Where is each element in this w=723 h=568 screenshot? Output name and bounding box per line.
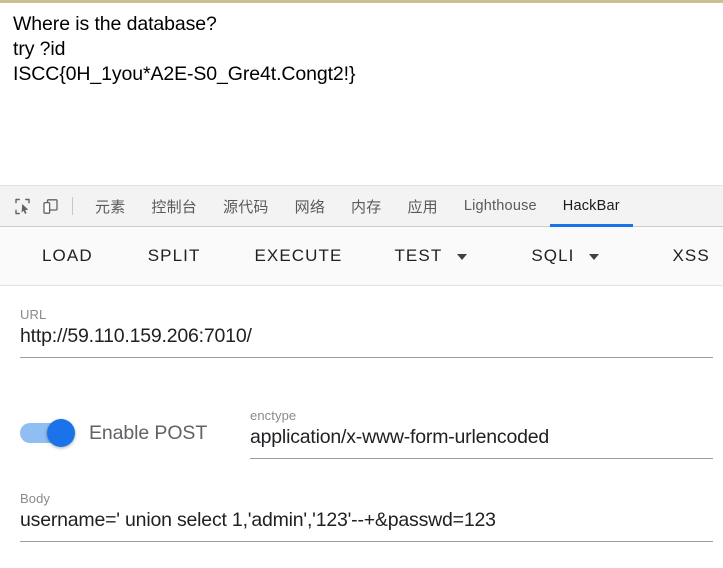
page-text-flag: ISCC{0H_1you*A2E-S0_Gre4t.Congt2!} bbox=[13, 63, 356, 85]
load-button[interactable]: LOAD bbox=[38, 240, 97, 272]
test-menu-label: TEST bbox=[394, 246, 443, 265]
xss-menu-button[interactable]: XSS bbox=[668, 240, 723, 272]
toggle-switch[interactable] bbox=[20, 419, 75, 447]
body-field: Body username=' union select 1,'admin','… bbox=[20, 491, 713, 542]
tab-lighthouse[interactable]: Lighthouse bbox=[451, 186, 550, 227]
hackbar-action-bar: LOAD SPLIT EXECUTE TEST SQLI XSS bbox=[0, 227, 723, 286]
sqli-menu-label: SQLI bbox=[531, 246, 575, 265]
web-page-content: Where is the database? try ?id ISCC{0H_1… bbox=[0, 3, 723, 185]
enable-post-toggle[interactable]: Enable POST bbox=[20, 419, 207, 447]
page-text-line-2: try ?id bbox=[13, 38, 66, 60]
xss-menu-label: XSS bbox=[672, 246, 710, 265]
tab-memory[interactable]: 内存 bbox=[338, 186, 394, 227]
devtools-tabstrip: 元素 控制台 源代码 网络 内存 应用 Lighthouse HackBar bbox=[0, 186, 723, 227]
tab-sources[interactable]: 源代码 bbox=[210, 186, 282, 227]
sqli-menu-button[interactable]: SQLI bbox=[527, 240, 603, 272]
body-field-label: Body bbox=[20, 491, 51, 506]
tab-hackbar[interactable]: HackBar bbox=[549, 186, 633, 227]
device-toolbar-icon[interactable] bbox=[36, 192, 64, 220]
enctype-field: enctype application/x-www-form-urlencode… bbox=[250, 408, 713, 459]
inspect-element-icon[interactable] bbox=[8, 192, 36, 220]
enctype-field-underline bbox=[250, 458, 713, 459]
tab-network[interactable]: 网络 bbox=[282, 186, 338, 227]
enctype-input[interactable]: application/x-www-form-urlencoded bbox=[250, 424, 713, 451]
chevron-down-icon bbox=[589, 254, 600, 260]
url-field-label: URL bbox=[20, 307, 47, 322]
page-text-line-1: Where is the database? bbox=[13, 13, 217, 35]
enable-post-label: Enable POST bbox=[89, 421, 208, 444]
tab-elements[interactable]: 元素 bbox=[82, 186, 138, 227]
devtools-tab-list: 元素 控制台 源代码 网络 内存 应用 Lighthouse HackBar bbox=[82, 186, 633, 227]
url-field-underline bbox=[20, 357, 713, 358]
url-field: URL http://59.110.159.206:7010/ bbox=[20, 307, 713, 358]
test-menu-button[interactable]: TEST bbox=[390, 240, 471, 272]
split-button[interactable]: SPLIT bbox=[144, 240, 205, 272]
url-input[interactable]: http://59.110.159.206:7010/ bbox=[20, 323, 713, 350]
tab-application[interactable]: 应用 bbox=[394, 186, 450, 227]
tab-console[interactable]: 控制台 bbox=[138, 186, 210, 227]
chevron-down-icon bbox=[457, 254, 468, 260]
post-row: Enable POST enctype application/x-www-fo… bbox=[0, 403, 723, 463]
toolbar-divider bbox=[72, 197, 73, 215]
devtools-panel: 元素 控制台 源代码 网络 内存 应用 Lighthouse HackBar L… bbox=[0, 185, 723, 568]
body-input[interactable]: username=' union select 1,'admin','123'-… bbox=[20, 507, 713, 534]
enctype-field-label: enctype bbox=[250, 408, 297, 423]
body-field-underline bbox=[20, 541, 713, 542]
execute-button[interactable]: EXECUTE bbox=[250, 240, 346, 272]
toggle-knob bbox=[47, 419, 75, 447]
